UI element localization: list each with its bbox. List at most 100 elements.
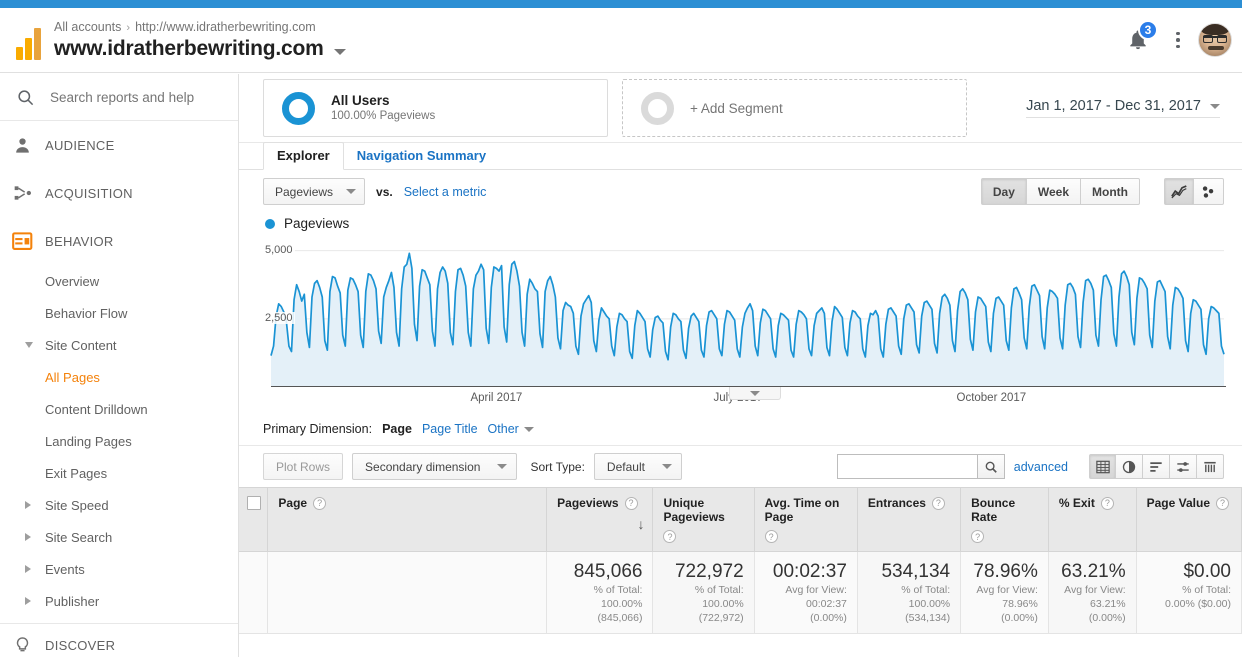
primary-dimension-page-title[interactable]: Page Title [422, 422, 478, 436]
sidebar-item-site-speed[interactable]: Site Speed [0, 489, 238, 521]
table-view-icon[interactable] [1089, 454, 1116, 479]
sidebar-item-discover[interactable]: DISCOVER [0, 624, 238, 657]
select-a-metric-link[interactable]: Select a metric [404, 185, 487, 199]
chevron-right-icon[interactable] [25, 565, 31, 573]
summary-sub: (845,066) [597, 612, 643, 624]
select-all-cell[interactable] [239, 487, 269, 552]
help-icon[interactable]: ? [931, 496, 945, 510]
add-segment-label: + Add Segment [690, 100, 783, 116]
granularity-day[interactable]: Day [980, 178, 1027, 205]
top-accent-strip [0, 0, 1242, 8]
chevron-down-icon [1210, 103, 1220, 109]
sidebar-item-events[interactable]: Events [0, 553, 238, 585]
plot-rows-button[interactable]: Plot Rows [263, 453, 344, 480]
person-icon [0, 136, 45, 155]
granularity-week[interactable]: Week [1026, 178, 1082, 205]
chevron-down-icon[interactable] [333, 49, 346, 55]
col-entrances[interactable]: Entrances ? [857, 487, 962, 552]
advanced-link[interactable]: advanced [1014, 460, 1068, 474]
select-all-checkbox[interactable] [247, 496, 261, 510]
tab-explorer[interactable]: Explorer [263, 142, 344, 170]
table-search[interactable] [836, 454, 1005, 479]
help-icon[interactable]: ? [663, 530, 677, 543]
add-segment-button[interactable]: + Add Segment [622, 79, 967, 137]
sidebar-item-behavior-flow[interactable]: Behavior Flow [0, 297, 238, 329]
col-page[interactable]: Page ? [267, 487, 548, 552]
sidebar-item-site-content[interactable]: Site Content [0, 329, 238, 361]
chart-collapse-toggle[interactable] [729, 387, 781, 400]
main-content: All Users 100.00% Pageviews + Add Segmen… [239, 74, 1242, 657]
primary-dimension-row: Primary Dimension: Page Page Title Other [239, 413, 1242, 445]
col-bounce-rate[interactable]: Bounce Rate ? [960, 487, 1049, 552]
sidebar-item-acquisition[interactable]: ACQUISITION [0, 169, 238, 217]
notifications-button[interactable]: 3 [1118, 20, 1158, 60]
segment-title: All Users [331, 93, 390, 108]
sort-desc-icon[interactable]: ↓ [637, 516, 644, 532]
help-icon[interactable]: ? [624, 496, 638, 510]
summary-sub: % of Total: [593, 584, 643, 596]
tab-navigation-summary[interactable]: Navigation Summary [344, 143, 499, 169]
summary-value: 78.96% [973, 561, 1038, 582]
sort-type-select[interactable]: Default [593, 453, 682, 480]
chevron-right-icon[interactable] [25, 597, 31, 605]
line-chart-icon[interactable] [1164, 178, 1194, 205]
date-range-value: Jan 1, 2017 - Dec 31, 2017 [1026, 98, 1201, 114]
chevron-right-icon[interactable] [25, 501, 31, 509]
donut-empty-icon [641, 91, 674, 125]
chevron-down-icon[interactable] [25, 342, 33, 348]
pageviews-timeseries-chart[interactable]: 5,000 2,500 [263, 237, 1226, 387]
sidebar-item-publisher[interactable]: Publisher [0, 585, 238, 617]
comparison-view-icon[interactable] [1170, 454, 1197, 479]
help-icon[interactable]: ? [313, 496, 327, 510]
chevron-right-icon[interactable] [25, 533, 31, 541]
metric-select[interactable]: Pageviews [263, 178, 366, 205]
help-icon[interactable]: ? [1216, 496, 1229, 510]
col-unique-pageviews[interactable]: Unique Pageviews ? [652, 487, 755, 552]
summary-sub: (0.00%) [810, 612, 847, 624]
primary-dimension-page[interactable]: Page [382, 422, 412, 436]
summary-unique-pageviews-cell: 722,972 % of Total: 100.00% (722,972) [652, 551, 755, 634]
help-icon[interactable]: ? [1100, 496, 1114, 510]
summary-sub: Avg for View: [976, 584, 1038, 596]
avatar[interactable] [1198, 23, 1232, 57]
date-range-picker[interactable]: Jan 1, 2017 - Dec 31, 2017 [1026, 98, 1220, 118]
help-icon[interactable]: ? [764, 530, 778, 543]
sidebar-item-site-search[interactable]: Site Search [0, 521, 238, 553]
sidebar-subitem-label: Site Speed [45, 497, 109, 513]
secondary-dimension-select[interactable]: Secondary dimension [352, 453, 518, 480]
table-search-input[interactable] [836, 454, 977, 479]
breadcrumb-property-url[interactable]: http://www.idratherbewriting.com [135, 20, 316, 34]
help-icon[interactable]: ? [971, 530, 985, 543]
granularity-month[interactable]: Month [1081, 178, 1140, 205]
summary-sub: 100.00% [702, 598, 744, 610]
sidebar-item-behavior[interactable]: BEHAVIOR [0, 217, 238, 265]
search-icon[interactable] [976, 454, 1005, 479]
sidebar-item-overview[interactable]: Overview [0, 265, 238, 297]
sidebar-item-all-pages[interactable]: All Pages [0, 361, 238, 393]
col-page-value[interactable]: Page Value ? [1136, 487, 1242, 552]
sidebar-search-row[interactable] [0, 74, 238, 121]
sidebar-item-landing-pages[interactable]: Landing Pages [0, 425, 238, 457]
sidebar-item-audience[interactable]: AUDIENCE [0, 121, 238, 169]
sidebar-item-exit-pages[interactable]: Exit Pages [0, 457, 238, 489]
col-pageviews[interactable]: Pageviews ? ↓ [546, 487, 654, 552]
breadcrumb-all-accounts[interactable]: All accounts [54, 20, 121, 34]
summary-entrances-cell: 534,134 % of Total: 100.00% (534,134) [857, 551, 962, 634]
pivot-view-icon[interactable] [1197, 454, 1224, 479]
summary-value: 63.21% [1061, 561, 1126, 582]
col-percent-exit[interactable]: % Exit ? [1048, 487, 1137, 552]
sidebar-subitem-label: All Pages [45, 369, 100, 385]
property-row[interactable]: www.idratherbewriting.com [54, 37, 1118, 61]
col-label: Unique Pageviews [663, 496, 725, 524]
col-avg-time-on-page[interactable]: Avg. Time on Page ? [754, 487, 858, 552]
breadcrumb: All accounts › http://www.idratherbewritin… [54, 19, 1118, 36]
more-vertical-icon[interactable] [1164, 20, 1192, 60]
pie-view-icon[interactable] [1116, 454, 1143, 479]
segment-all-users[interactable]: All Users 100.00% Pageviews [263, 79, 608, 137]
summary-avg-time-cell: 00:02:37 Avg for View: 00:02:37 (0.00%) [754, 551, 858, 634]
primary-dimension-other[interactable]: Other [488, 422, 534, 436]
search-input[interactable] [48, 88, 228, 106]
performance-view-icon[interactable] [1143, 454, 1170, 479]
sidebar-item-content-drilldown[interactable]: Content Drilldown [0, 393, 238, 425]
scatter-chart-icon[interactable] [1194, 178, 1224, 205]
